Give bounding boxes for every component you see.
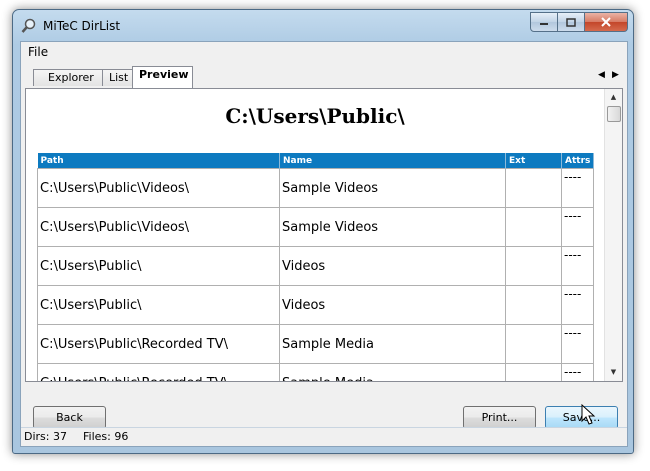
- cell-ext: [505, 168, 562, 208]
- cell-attrs: ----: [560, 363, 595, 381]
- magnifier-app-icon: [21, 18, 36, 33]
- scroll-up-icon[interactable]: ▲: [605, 89, 622, 106]
- cell-name: Sample Videos: [279, 168, 506, 208]
- table-header-row: Path Name Ext Attrs: [37, 153, 595, 169]
- status-dirs: Dirs: 37: [24, 430, 67, 443]
- preview-pane: C:\Users\Public\ Path Name Ext Attrs C:\…: [25, 88, 623, 382]
- tab-label: Explorer: [48, 71, 94, 84]
- window-title: MiTeC DirList: [43, 19, 121, 33]
- mouse-cursor-icon: [581, 404, 596, 425]
- column-header-attrs: Attrs: [561, 153, 595, 169]
- scroll-down-icon[interactable]: ▼: [605, 364, 622, 381]
- table-row: C:\Users\Public\Videos\ Sample Videos --…: [37, 207, 595, 247]
- cell-path: C:\Users\Public\Recorded TV\: [37, 324, 280, 364]
- tab-scroll-left-icon[interactable]: ◀: [598, 70, 605, 80]
- cell-name: Sample Media: [279, 363, 506, 381]
- status-bar: Dirs: 37 Files: 96: [21, 427, 627, 446]
- menu-file[interactable]: File: [28, 45, 48, 59]
- minimize-button[interactable]: [530, 12, 558, 32]
- column-header-path: Path: [37, 153, 280, 169]
- cell-name: Sample Videos: [279, 207, 506, 247]
- tab-list[interactable]: List: [102, 69, 133, 86]
- cell-ext: [505, 363, 562, 381]
- tab-explorer[interactable]: Explorer: [33, 69, 103, 86]
- maximize-icon: [566, 17, 576, 27]
- tab-label: Preview: [139, 68, 189, 81]
- preview-vertical-scrollbar[interactable]: ▲ ▼: [604, 89, 622, 381]
- tab-preview[interactable]: Preview: [132, 66, 193, 88]
- cell-path: C:\Users\Public\Videos\: [37, 168, 280, 208]
- back-button[interactable]: Back: [33, 406, 106, 429]
- cell-ext: [505, 285, 562, 325]
- cell-path: C:\Users\Public\Videos\: [37, 207, 280, 247]
- app-window: MiTeC DirList File Explorer List Preview…: [12, 9, 634, 454]
- menu-bar: File: [21, 42, 627, 62]
- cell-attrs: ----: [560, 246, 595, 286]
- cell-path: C:\Users\Public\: [37, 285, 280, 325]
- table-row: C:\Users\Public\Recorded TV\ Sample Medi…: [37, 324, 595, 364]
- column-header-name: Name: [279, 153, 506, 169]
- table-row: C:\Users\Public\ Videos ----: [37, 285, 595, 325]
- file-table: Path Name Ext Attrs C:\Users\Public\Vide…: [37, 153, 595, 381]
- maximize-button[interactable]: [558, 12, 585, 32]
- cell-attrs: ----: [560, 168, 595, 208]
- cell-name: Videos: [279, 285, 506, 325]
- title-bar[interactable]: MiTeC DirList: [13, 10, 633, 42]
- close-icon: [601, 17, 611, 27]
- cell-name: Videos: [279, 246, 506, 286]
- tab-scroll-right-icon[interactable]: ▶: [612, 70, 619, 80]
- cell-name: Sample Media: [279, 324, 506, 364]
- cell-attrs: ----: [560, 324, 595, 364]
- table-row: C:\Users\Public\ Videos ----: [37, 246, 595, 286]
- preview-heading: C:\Users\Public\: [225, 104, 405, 128]
- tab-strip: Explorer List Preview ◀ ▶: [21, 66, 627, 88]
- cell-path: C:\Users\Public\: [37, 246, 280, 286]
- print-button[interactable]: Print...: [463, 406, 536, 429]
- cell-ext: [505, 207, 562, 247]
- column-header-ext: Ext: [505, 153, 562, 169]
- cell-ext: [505, 324, 562, 364]
- cell-attrs: ----: [560, 207, 595, 247]
- status-files: Files: 96: [83, 430, 129, 443]
- minimize-icon: [540, 23, 548, 25]
- cell-path: C:\Users\Public\Recorded TV\: [37, 363, 280, 381]
- client-area: File Explorer List Preview ◀ ▶ C:\Users\…: [20, 41, 628, 447]
- table-row: C:\Users\Public\Videos\ Sample Videos --…: [37, 168, 595, 208]
- close-button[interactable]: [585, 12, 628, 32]
- cell-ext: [505, 246, 562, 286]
- table-row: C:\Users\Public\Recorded TV\ Sample Medi…: [37, 363, 595, 381]
- tab-label: List: [109, 71, 129, 84]
- cell-attrs: ----: [560, 285, 595, 325]
- scroll-thumb[interactable]: [607, 106, 621, 122]
